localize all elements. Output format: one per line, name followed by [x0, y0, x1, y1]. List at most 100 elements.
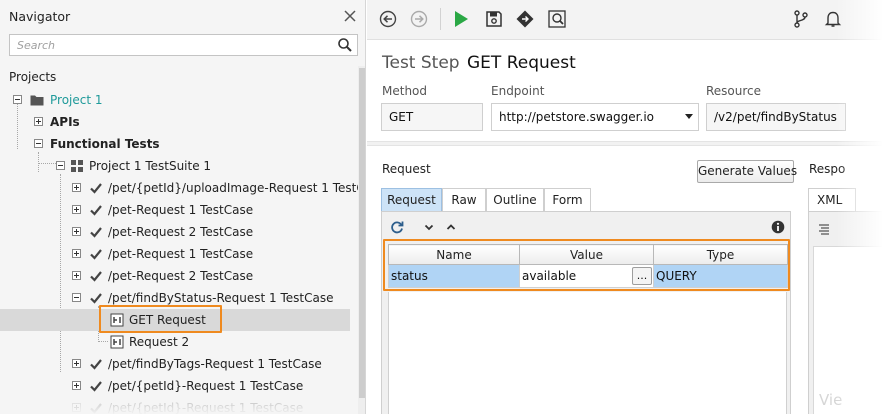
tab-form[interactable]: Form: [544, 188, 591, 211]
collapse-icon[interactable]: [72, 293, 81, 302]
resource-label: Resource: [706, 84, 762, 98]
move-up-icon[interactable]: [444, 220, 458, 234]
tree-item-functional-tests[interactable]: Functional Tests: [0, 133, 350, 155]
search-box: [9, 34, 358, 56]
align-icon[interactable]: [817, 222, 831, 236]
section-divider: [367, 141, 882, 146]
endpoint-select[interactable]: http://petstore.swagger.io: [491, 103, 699, 131]
testsuite-icon: [71, 160, 83, 172]
api-definition-icon[interactable]: [515, 9, 535, 29]
tree-item-label: /pet-Request 2 TestCase: [108, 225, 254, 239]
checkmark-icon: [90, 249, 102, 260]
chevron-down-icon[interactable]: [685, 114, 693, 119]
tree-item-testcase[interactable]: /pet/findByTags-Request 1 TestCase: [0, 353, 350, 375]
request-section-title: Request: [382, 162, 431, 176]
checkmark-icon: [90, 227, 102, 238]
tree-item-label: Project 1: [50, 93, 103, 107]
checkmark-icon: [90, 293, 102, 304]
tree-item-label: /pet/{petId}-Request 1 TestCase: [108, 379, 304, 393]
expand-icon[interactable]: [72, 249, 81, 258]
tree-item-testcase[interactable]: /pet-Request 2 TestCase: [0, 265, 350, 287]
expand-icon[interactable]: [72, 403, 81, 412]
checkmark-icon: [90, 359, 102, 370]
forward-arrow-icon[interactable]: [409, 9, 429, 29]
tree-item-label: /pet/{petId}-Request 1 TestCase: [108, 401, 304, 414]
tree-item-label: /pet-Request 1 TestCase: [108, 247, 254, 261]
tab-raw[interactable]: Raw: [442, 188, 486, 211]
navigator-scrollbar[interactable]: [358, 66, 365, 414]
expand-icon[interactable]: [72, 271, 81, 280]
tree-item-testcase[interactable]: /pet-Request 1 TestCase: [0, 199, 350, 221]
tree-item-testcase[interactable]: /pet/{petId}/uploadImage-Request 1 TestC…: [0, 177, 365, 199]
tree-item-testsuite[interactable]: Project 1 TestSuite 1: [0, 155, 350, 177]
projects-label: Projects: [9, 70, 57, 84]
table-empty-area: [388, 292, 787, 414]
response-viewer: [813, 246, 882, 414]
step-kind-label: Test Step: [382, 53, 460, 73]
expand-icon[interactable]: [72, 227, 81, 236]
tab-xml[interactable]: XML: [808, 188, 856, 211]
tree-item-apis[interactable]: APIs: [0, 111, 350, 133]
navigator-title: Navigator: [9, 9, 71, 24]
expand-icon[interactable]: [34, 117, 43, 126]
tab-request[interactable]: Request: [381, 188, 442, 211]
generate-values-button[interactable]: Generate Values: [697, 160, 797, 183]
highlight-frame: [99, 305, 222, 333]
page-title: GET Request: [467, 53, 576, 73]
collapse-icon[interactable]: [13, 95, 22, 104]
bell-icon[interactable]: [823, 9, 843, 29]
collapse-icon[interactable]: [34, 139, 43, 148]
search-icon[interactable]: [337, 37, 353, 53]
checkmark-icon: [90, 381, 102, 392]
tree-item-testcase[interactable]: /pet-Request 2 TestCase: [0, 221, 350, 243]
response-section-title: Respo: [809, 162, 846, 176]
endpoint-label: Endpoint: [491, 84, 545, 98]
endpoint-value: http://petstore.swagger.io: [499, 110, 654, 124]
project-tree: Project 1 APIs Functional Tests Project …: [0, 86, 365, 414]
expand-icon[interactable]: [72, 183, 81, 192]
response-footer-text: Vie: [819, 391, 843, 409]
save-icon[interactable]: [484, 9, 504, 29]
tree-item-testcase[interactable]: /pet/{petId}-Request 1 TestCase: [0, 397, 350, 414]
response-panel: [808, 211, 882, 414]
tree-item-label: Functional Tests: [50, 137, 160, 151]
checkmark-icon: [90, 205, 102, 216]
tab-outline[interactable]: Outline: [486, 188, 544, 211]
close-icon[interactable]: [341, 7, 359, 25]
tree-item-label: /pet-Request 1 TestCase: [108, 203, 254, 217]
resource-field[interactable]: /v2/pet/findByStatus: [706, 103, 846, 131]
refresh-icon[interactable]: [390, 220, 404, 234]
scrollbar-thumb[interactable]: [359, 68, 365, 398]
run-icon[interactable]: [451, 9, 471, 29]
checkmark-icon: [90, 271, 102, 282]
expand-icon[interactable]: [72, 205, 81, 214]
tree-item-label: Request 2: [129, 335, 190, 349]
tree-item-label: /pet/findByTags-Request 1 TestCase: [108, 357, 322, 371]
method-label: Method: [382, 84, 428, 98]
tree-item-label: /pet/{petId}/uploadImage-Request 1 TestC…: [108, 181, 366, 195]
tree-item-label: APIs: [50, 115, 80, 129]
search-input[interactable]: [10, 35, 330, 55]
toolbar: [367, 0, 882, 40]
inspect-icon[interactable]: [547, 9, 567, 29]
expand-icon[interactable]: [72, 381, 81, 390]
tree-item-project[interactable]: Project 1: [0, 89, 350, 111]
tree-item-testcase[interactable]: /pet/{petId}-Request 1 TestCase: [0, 375, 350, 397]
checkmark-icon: [90, 183, 102, 194]
expand-icon[interactable]: [72, 359, 81, 368]
back-arrow-icon[interactable]: [378, 9, 398, 29]
navigator-panel: Navigator Projects Project 1 APIs: [0, 0, 366, 414]
tree-item-testcase[interactable]: /pet-Request 1 TestCase: [0, 243, 350, 265]
test-step-editor: Test Step GET Request Method Endpoint Re…: [367, 41, 882, 414]
checkmark-icon: [90, 403, 102, 414]
tree-item-label: Project 1 TestSuite 1: [89, 159, 212, 173]
move-down-icon[interactable]: [422, 220, 436, 234]
info-icon[interactable]: [771, 220, 785, 234]
tree-item-label: /pet-Request 2 TestCase: [108, 269, 254, 283]
highlight-frame: [383, 239, 790, 291]
branch-icon[interactable]: [791, 9, 811, 29]
folder-icon: [30, 95, 44, 106]
method-field[interactable]: GET: [381, 103, 483, 131]
tree-item-teststep[interactable]: Request 2: [0, 331, 350, 353]
collapse-icon[interactable]: [56, 161, 65, 170]
